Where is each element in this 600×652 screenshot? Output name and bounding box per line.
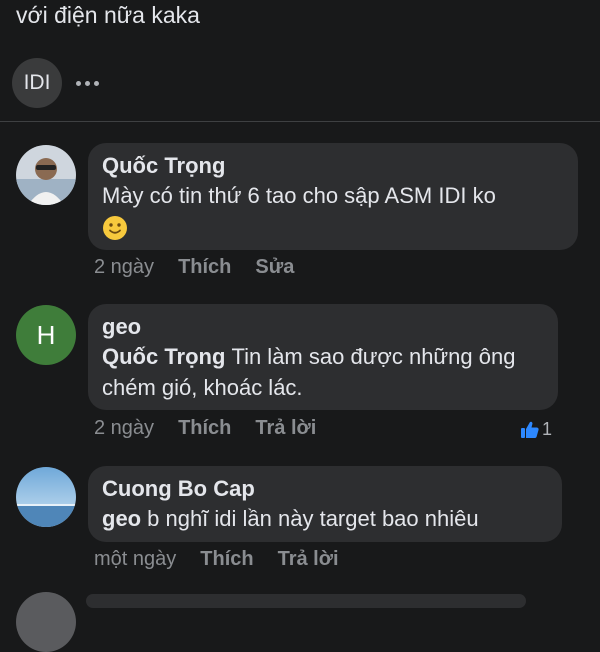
comment-author[interactable]: Cuong Bo Cap (102, 475, 548, 503)
reaction-summary[interactable]: 1 (520, 419, 552, 440)
mention-tag[interactable]: Quốc Trọng (102, 344, 225, 369)
comment-body: b nghĩ idi lần này target bao nhiêu (147, 506, 479, 531)
more-options-icon[interactable] (76, 80, 99, 86)
comment-bubble: Quốc Trọng Mày có tin thứ 6 tao cho sập … (88, 143, 578, 250)
reaction-count: 1 (541, 419, 552, 439)
comment-actions: 2 ngày Thích Sửa (94, 256, 318, 279)
like-button[interactable]: Thích (200, 548, 253, 571)
comment-time[interactable]: 2 ngày (94, 417, 154, 440)
slightly-smiling-face-icon (103, 216, 127, 241)
avatar-letter: H (36, 319, 56, 350)
reply-button[interactable]: Trả lời (255, 417, 316, 440)
edit-button[interactable]: Sửa (255, 256, 294, 279)
avatar[interactable]: H (16, 305, 76, 365)
comment-bubble (86, 594, 526, 608)
comment-author[interactable]: Quốc Trọng (102, 152, 564, 180)
comment-bubble: Cuong Bo Cap geo b nghĩ idi lần này targe… (88, 466, 562, 542)
like-button[interactable]: Thích (178, 417, 231, 440)
like-button[interactable]: Thích (178, 256, 231, 279)
comment-actions: 2 ngày Thích Trả lời (94, 417, 340, 440)
comment-text: geo b nghĩ idi lần này target bao nhiêu (102, 503, 548, 534)
comment-time[interactable]: một ngày (94, 548, 176, 571)
page-avatar[interactable]: IDI (12, 58, 62, 108)
post-text-tail: với điện nữa kaka (16, 2, 200, 28)
post-meta-row: IDI (12, 58, 99, 108)
avatar[interactable] (16, 145, 76, 205)
thumbs-up-icon (520, 421, 539, 438)
comment-bubble: geo Quốc Trọng Tin làm sao được những ông… (88, 304, 558, 410)
comment-text: Mày có tin thứ 6 tao cho sập ASM IDI ko (102, 180, 564, 242)
avatar[interactable] (16, 592, 76, 652)
mention-tag[interactable]: geo (102, 506, 141, 531)
comment-body: Mày có tin thứ 6 tao cho sập ASM IDI ko (102, 183, 496, 208)
reply-button[interactable]: Trả lời (278, 548, 339, 571)
comment-author[interactable]: geo (102, 313, 544, 341)
comment-actions: một ngày Thích Trả lời (94, 548, 363, 571)
avatar[interactable] (16, 467, 76, 527)
comment-time[interactable]: 2 ngày (94, 256, 154, 279)
comment-text: Quốc Trọng Tin làm sao được những ông ché… (102, 341, 544, 403)
divider (0, 121, 600, 122)
